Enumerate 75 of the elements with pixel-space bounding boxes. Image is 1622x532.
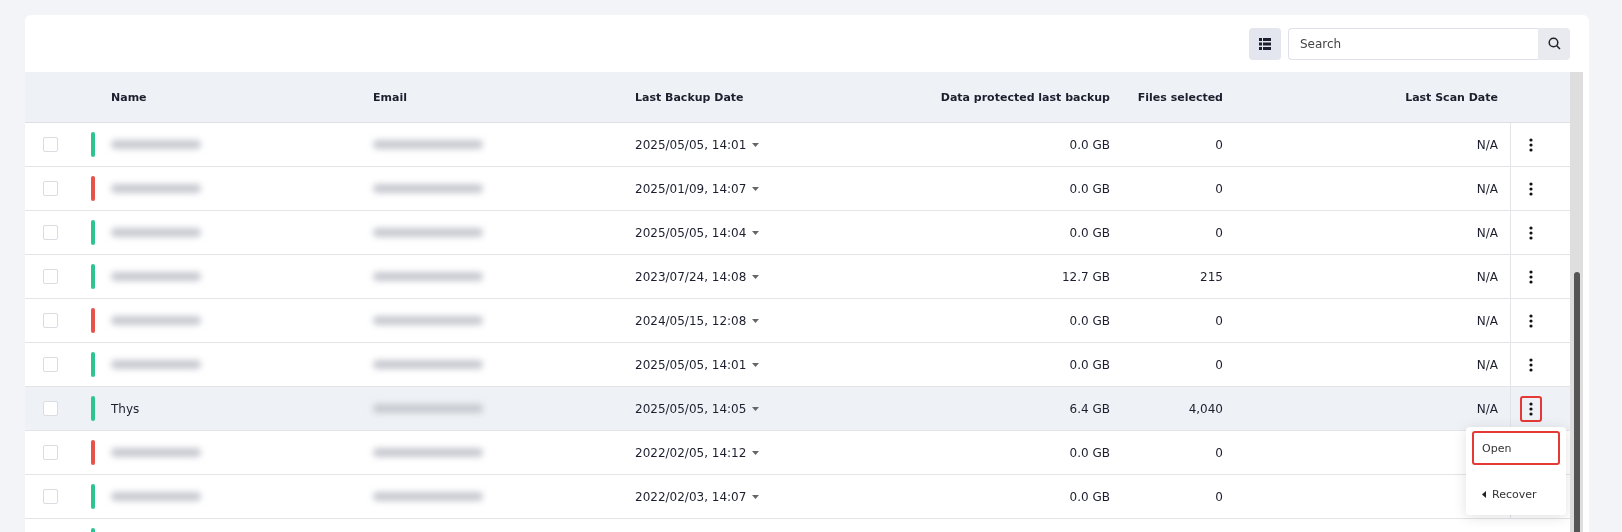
backup-date: 2022/02/03, 14:07 [635, 489, 747, 504]
data-size: 0.0 GB [1068, 445, 1111, 460]
kebab-icon [1528, 313, 1533, 328]
search-field[interactable]: Search [1288, 27, 1538, 60]
backup-date: 2022/02/05, 14:12 [635, 445, 747, 460]
data-size: 0.0 GB [1068, 225, 1111, 240]
data-size: 0.0 GB [1068, 181, 1111, 196]
data-size: 0.0 GB [1068, 137, 1111, 152]
row-checkbox[interactable] [42, 181, 58, 196]
kebab-icon [1528, 225, 1533, 240]
list-view-button[interactable] [1249, 27, 1281, 60]
backup-date: 2025/05/05, 14:04 [635, 225, 747, 240]
row-checkbox[interactable] [42, 313, 58, 328]
file-count: 0 [1214, 225, 1224, 240]
file-count: 0 [1214, 445, 1224, 460]
list-icon [1259, 37, 1271, 50]
file-count: 4,040 [1187, 401, 1224, 416]
file-count: 0 [1214, 313, 1224, 328]
scrollbar[interactable] [1570, 72, 1583, 532]
row-checkbox[interactable] [42, 401, 58, 416]
caret-down-icon[interactable] [752, 406, 760, 411]
kebab-icon [1528, 269, 1533, 284]
row-checkbox[interactable] [42, 269, 58, 284]
file-count: 215 [1199, 269, 1224, 284]
column-header[interactable]: Data protected last backup [835, 90, 1122, 104]
caret-down-icon[interactable] [752, 230, 760, 235]
caret-down-icon[interactable] [752, 494, 760, 499]
backup-date: 2025/05/05, 14:01 [635, 137, 747, 152]
caret-down-icon[interactable] [752, 450, 760, 455]
scan-date: N/A [1475, 357, 1499, 372]
backup-date: 2025/05/05, 14:01 [635, 357, 747, 372]
scan-date: N/A [1475, 401, 1499, 416]
file-count: 0 [1214, 137, 1224, 152]
caret-down-icon[interactable] [752, 186, 760, 191]
data-size: 6.4 GB [1068, 401, 1111, 416]
row-checkbox[interactable] [42, 489, 58, 504]
row-checkbox[interactable] [42, 445, 58, 460]
caret-down-icon[interactable] [752, 362, 760, 367]
data-size: 0.0 GB [1068, 313, 1111, 328]
file-count: 0 [1214, 181, 1224, 196]
column-header[interactable]: Files selected [1122, 90, 1235, 104]
kebab-icon [1528, 357, 1533, 372]
caret-left-icon [1482, 490, 1486, 498]
backup-date: 2025/05/05, 14:05 [635, 401, 747, 416]
column-header[interactable]: Last Backup Date [635, 90, 835, 104]
backup-date: 2023/07/24, 14:08 [635, 269, 747, 284]
column-header[interactable]: Email [373, 90, 635, 104]
row-checkbox[interactable] [42, 225, 58, 240]
backup-date: 2024/05/15, 12:08 [635, 313, 747, 328]
user-name: Thys [111, 401, 141, 416]
row-checkbox[interactable] [42, 357, 58, 372]
caret-down-icon[interactable] [752, 318, 760, 323]
kebab-icon [1528, 181, 1533, 196]
backup-date: 2025/01/09, 14:07 [635, 181, 747, 196]
column-header[interactable]: Name [111, 90, 373, 104]
caret-down-icon[interactable] [752, 274, 760, 279]
kebab-icon [1528, 401, 1533, 416]
column-header[interactable]: Last Scan Date [1235, 90, 1510, 104]
search-icon [1547, 37, 1561, 50]
row-checkbox[interactable] [42, 137, 58, 152]
data-size: 12.7 GB [1060, 269, 1111, 284]
caret-down-icon[interactable] [752, 142, 760, 147]
kebab-icon [1528, 137, 1533, 152]
search-button[interactable] [1538, 27, 1570, 60]
scan-date: N/A [1475, 225, 1499, 240]
more-options-button[interactable] [1519, 395, 1542, 422]
scan-date: N/A [1475, 137, 1499, 152]
file-count: 0 [1214, 489, 1224, 504]
menu-item[interactable]: Open [1472, 431, 1560, 465]
file-count: 0 [1214, 357, 1224, 372]
data-size: 0.0 GB [1068, 489, 1111, 504]
scan-date: N/A [1475, 269, 1499, 284]
scan-date: N/A [1475, 181, 1499, 196]
scan-date: N/A [1475, 313, 1499, 328]
data-size: 0.0 GB [1068, 357, 1111, 372]
